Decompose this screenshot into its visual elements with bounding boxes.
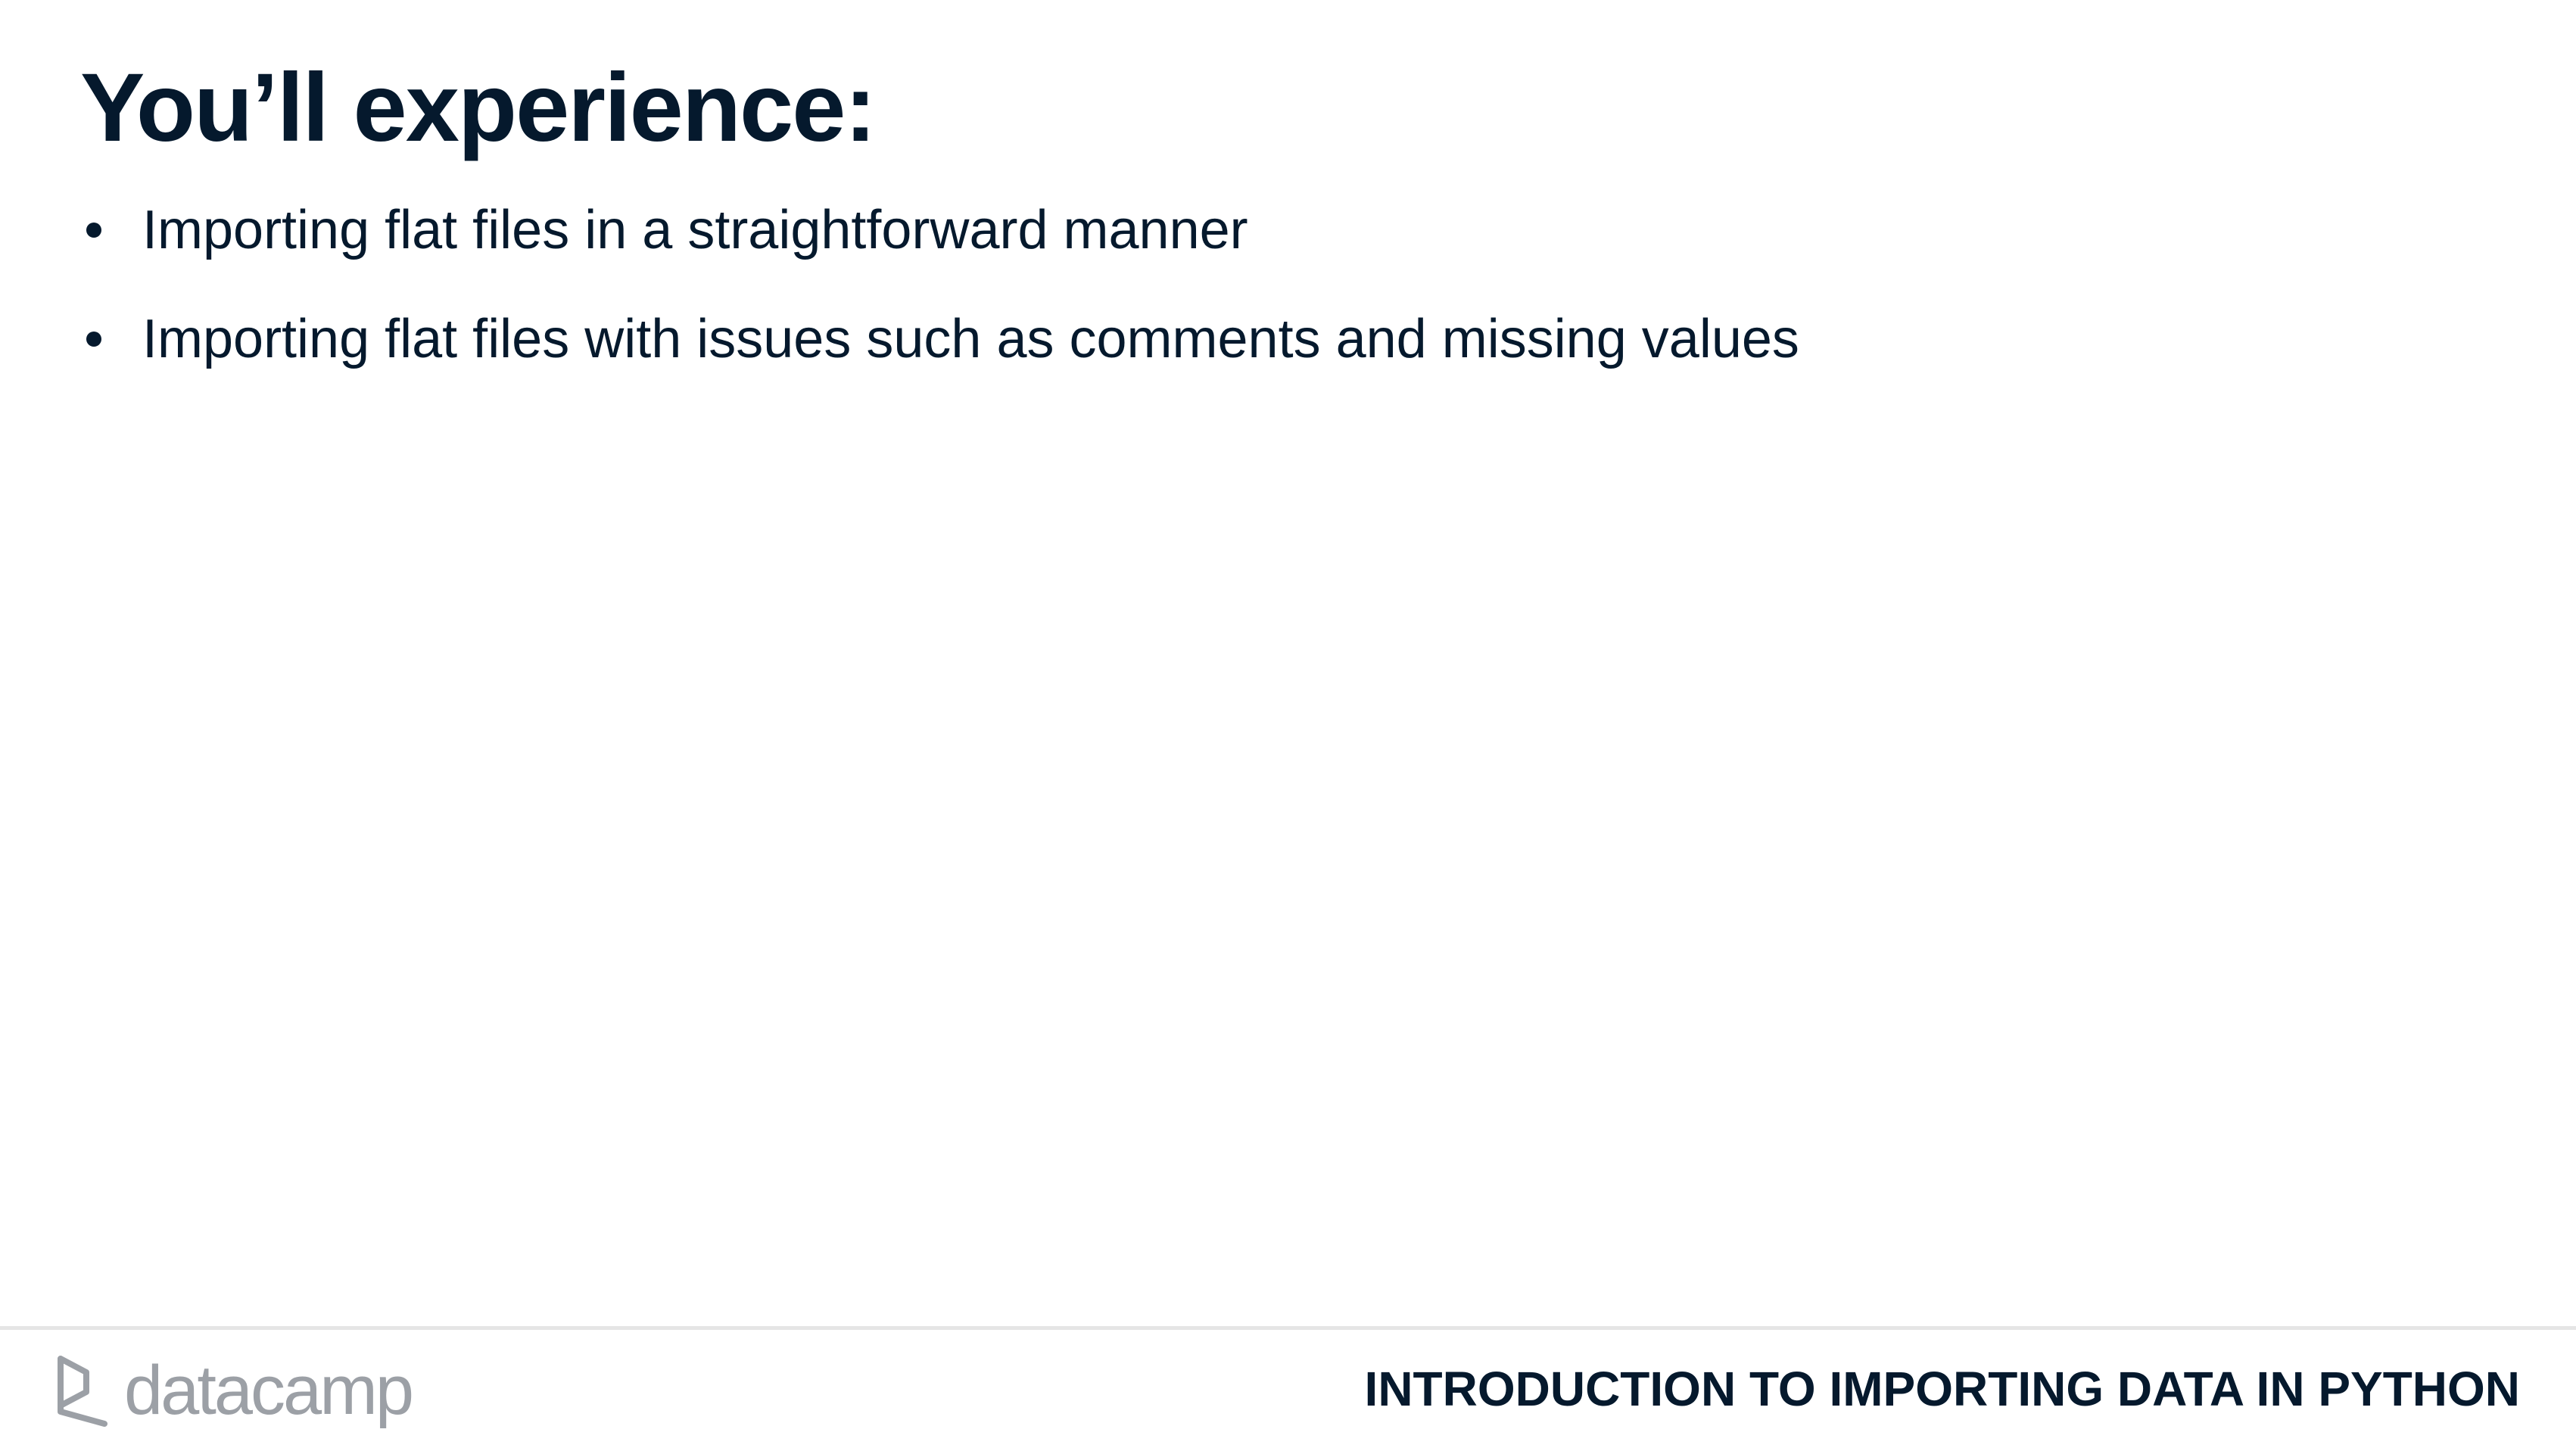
bullet-dot-icon	[86, 332, 101, 347]
bullet-text: Importing flat files in a straightforwar…	[142, 200, 1248, 260]
bullet-list: Importing flat files in a straightforwar…	[80, 189, 1821, 407]
bullet-text: Importing flat files with issues such as…	[142, 309, 1799, 369]
logo-text: datacamp	[124, 1351, 414, 1429]
datacamp-logo-icon	[58, 1356, 107, 1427]
bullet-item: Importing flat files in a straightforwar…	[80, 189, 1821, 271]
datacamp-logo: datacamp	[55, 1349, 414, 1432]
footer-divider	[0, 1326, 2576, 1330]
bullet-item: Importing flat files with issues such as…	[80, 298, 1830, 380]
course-title: INTRODUCTION TO IMPORTING DATA IN PYTHON	[1364, 1362, 2520, 1416]
slide-title: You’ll experience:	[80, 54, 877, 162]
bullet-dot-icon	[86, 223, 101, 238]
